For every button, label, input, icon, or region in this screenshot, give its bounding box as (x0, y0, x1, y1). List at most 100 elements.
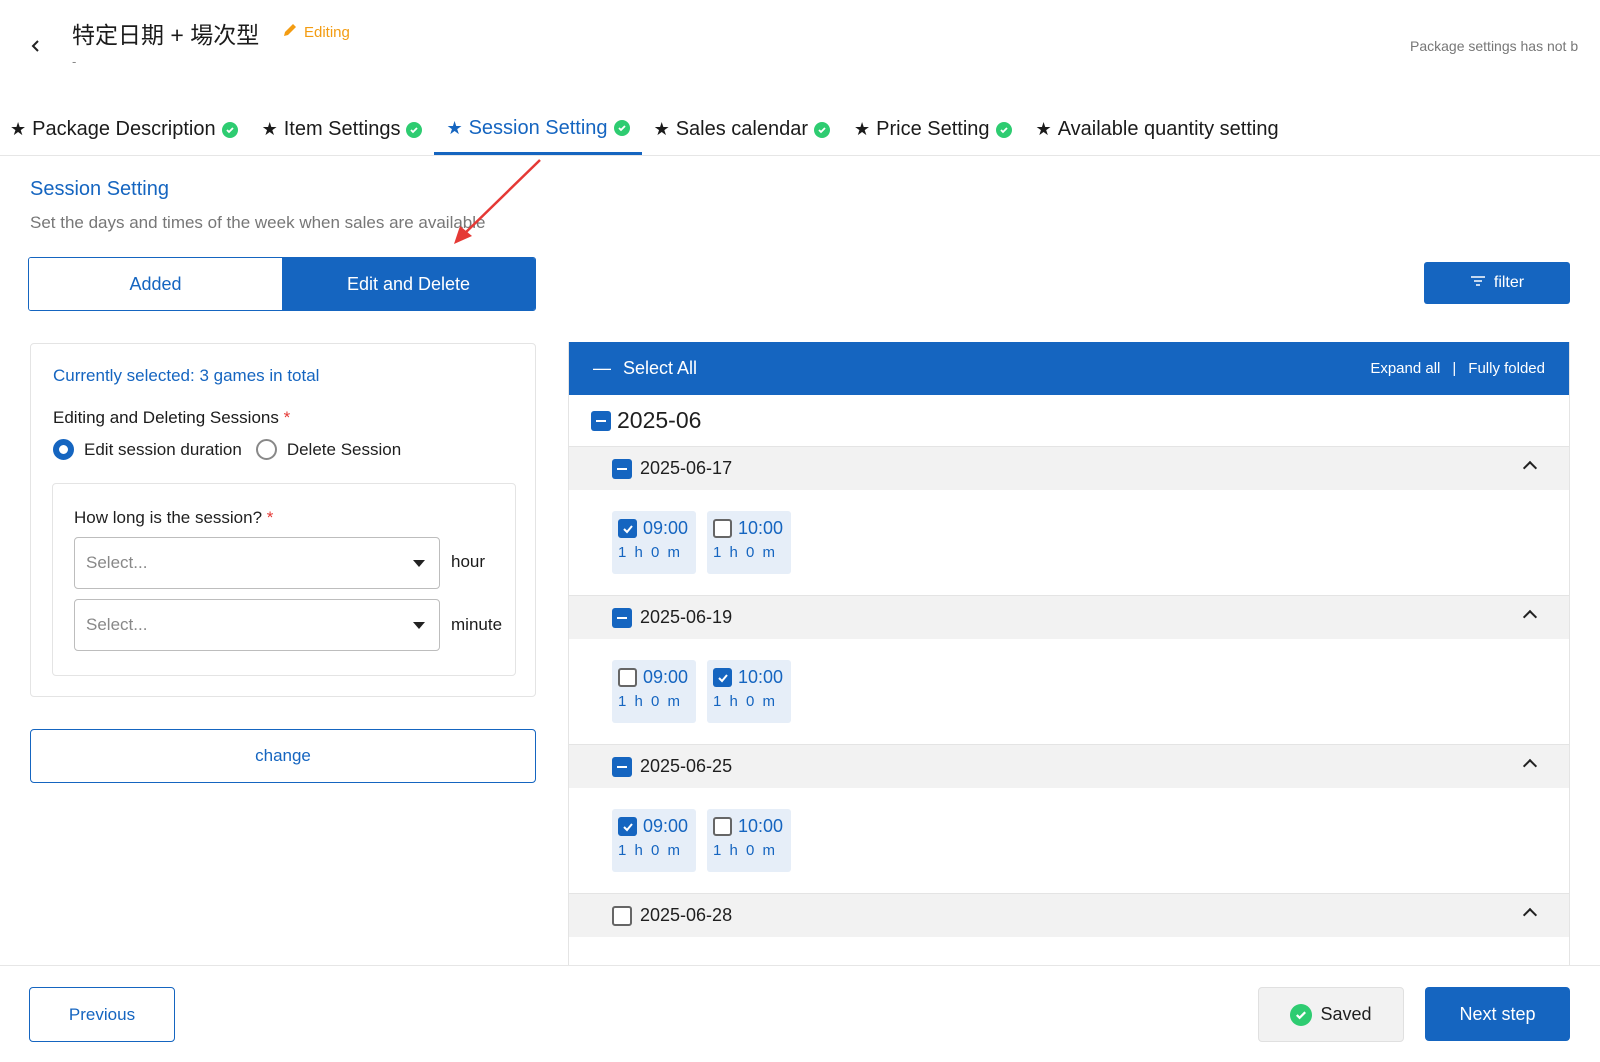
day-date-label: 2025-06-28 (640, 905, 733, 925)
slot-list: 09:00 1 h 0 m 10:00 1 h 0 m (569, 788, 1569, 894)
package-subtitle: - (72, 54, 77, 69)
radio-edit-session-duration[interactable]: Edit session duration (53, 439, 242, 460)
hour-unit-label: hour (451, 552, 486, 571)
saved-indicator: Saved (1258, 987, 1404, 1042)
month-label: 2025-06 (617, 407, 702, 433)
edit-and-delete-button[interactable]: Edit and Delete (282, 258, 535, 310)
expand-all-link[interactable]: Expand all (1370, 360, 1440, 377)
partial-checkbox[interactable] (612, 458, 632, 479)
next-step-button[interactable]: Next step (1425, 987, 1570, 1041)
slot-time: 09:00 (643, 518, 689, 538)
checked-checkbox[interactable] (713, 668, 732, 687)
annotation-arrow-icon (454, 159, 541, 244)
check-circle-icon (814, 121, 831, 138)
step-tabs: ★ Package Description ★ Item Settings ★ … (0, 104, 1600, 156)
header-separator: | (1452, 360, 1457, 377)
minute-unit-label: minute (451, 615, 503, 634)
check-circle-icon (1290, 1003, 1313, 1026)
tab-available-quantity-setting[interactable]: ★ Available quantity setting (1024, 104, 1291, 155)
filter-button[interactable]: filter (1424, 262, 1570, 304)
section-title: Session Setting (30, 178, 169, 200)
partial-checkbox[interactable] (591, 410, 611, 431)
pencil-icon (282, 22, 298, 42)
day-row[interactable]: 2025-06-28 (569, 894, 1569, 937)
previous-button[interactable]: Previous (29, 987, 175, 1042)
saved-label: Saved (1320, 1004, 1372, 1024)
chevron-up-icon[interactable] (1522, 460, 1538, 476)
month-row[interactable]: 2025-06 (569, 395, 1569, 447)
radio-label: Delete Session (286, 439, 402, 459)
check-circle-icon (221, 121, 238, 138)
minus-icon[interactable]: — (593, 358, 611, 379)
footer-bar: Previous Saved Next step (0, 965, 1600, 1062)
slot-duration: 1 h 0 m (618, 693, 683, 710)
tab-label: Price Setting (876, 118, 990, 140)
star-icon: ★ (261, 119, 278, 139)
time-slot[interactable]: 09:00 1 h 0 m (612, 660, 696, 723)
caret-down-icon (413, 560, 425, 567)
session-tree: — Select All Expand all | Fully folded 2… (568, 342, 1570, 966)
empty-checkbox[interactable] (612, 905, 632, 926)
package-title: 特定日期 + 場次型 (72, 22, 260, 48)
star-icon: ★ (446, 117, 463, 138)
empty-checkbox[interactable] (713, 817, 732, 836)
tab-label: Session Setting (468, 116, 608, 139)
change-button[interactable]: change (30, 729, 536, 783)
day-date-label: 2025-06-19 (640, 607, 733, 627)
slot-time: 10:00 (738, 667, 784, 687)
required-marker: * (283, 408, 291, 427)
empty-checkbox[interactable] (618, 668, 637, 687)
checked-checkbox[interactable] (618, 519, 637, 538)
day-row[interactable]: 2025-06-25 (569, 745, 1569, 788)
hour-select[interactable]: Select... (74, 537, 440, 589)
select-all-label[interactable]: Select All (623, 358, 697, 379)
radio-unselected-icon (255, 439, 277, 460)
tab-session-setting[interactable]: ★ Session Setting (434, 104, 642, 155)
slot-duration: 1 h 0 m (713, 693, 778, 710)
partial-checkbox[interactable] (612, 607, 632, 628)
minute-select[interactable]: Select... (74, 599, 440, 651)
package-status-text: Package settings has not b (1410, 38, 1579, 54)
filter-icon (1470, 274, 1486, 292)
tab-label: Package Description (32, 118, 216, 140)
editing-badge: Editing (282, 22, 350, 42)
time-slot[interactable]: 10:00 1 h 0 m (707, 809, 791, 872)
day-row[interactable]: 2025-06-19 (569, 596, 1569, 639)
radio-label: Edit session duration (84, 439, 242, 459)
star-icon: ★ (653, 119, 670, 139)
star-icon: ★ (1035, 119, 1052, 139)
day-date-label: 2025-06-25 (640, 756, 733, 776)
day-row[interactable]: 2025-06-17 (569, 447, 1569, 490)
tab-sales-calendar[interactable]: ★ Sales calendar (642, 104, 842, 155)
time-slot[interactable]: 09:00 1 h 0 m (612, 809, 696, 872)
time-slot[interactable]: 10:00 1 h 0 m (707, 511, 791, 574)
editing-sessions-label-text: Editing and Deleting Sessions (53, 408, 279, 427)
slot-duration: 1 h 0 m (618, 544, 683, 561)
radio-delete-session[interactable]: Delete Session (255, 439, 402, 460)
tab-label: Sales calendar (675, 118, 809, 140)
tab-package-description[interactable]: ★ Package Description (10, 104, 250, 155)
partial-checkbox[interactable] (612, 756, 632, 777)
chevron-up-icon[interactable] (1522, 907, 1538, 923)
slot-time: 10:00 (738, 518, 784, 538)
tab-item-settings[interactable]: ★ Item Settings (250, 104, 435, 155)
time-slot[interactable]: 09:00 1 h 0 m (612, 511, 696, 574)
checked-checkbox[interactable] (618, 817, 637, 836)
empty-checkbox[interactable] (713, 519, 732, 538)
tab-price-setting[interactable]: ★ Price Setting (842, 104, 1024, 155)
duration-box: How long is the session? * Select... hou… (52, 483, 516, 676)
slot-list (569, 937, 1569, 965)
chevron-up-icon[interactable] (1522, 758, 1538, 774)
edit-mode-radio-group: Edit session duration Delete Session (53, 439, 407, 460)
editing-label: Editing (304, 23, 350, 41)
minute-select-placeholder: Select... (86, 615, 148, 634)
time-slot[interactable]: 10:00 1 h 0 m (707, 660, 791, 723)
tab-label: Available quantity setting (1057, 118, 1279, 140)
check-circle-icon (406, 121, 423, 138)
selected-count-text: Currently selected: 3 games in total (53, 366, 320, 385)
slot-list: 09:00 1 h 0 m 10:00 1 h 0 m (569, 639, 1569, 745)
added-button[interactable]: Added (29, 258, 282, 310)
fully-folded-link[interactable]: Fully folded (1468, 360, 1545, 377)
back-chevron-icon[interactable] (26, 36, 46, 56)
chevron-up-icon[interactable] (1522, 609, 1538, 625)
